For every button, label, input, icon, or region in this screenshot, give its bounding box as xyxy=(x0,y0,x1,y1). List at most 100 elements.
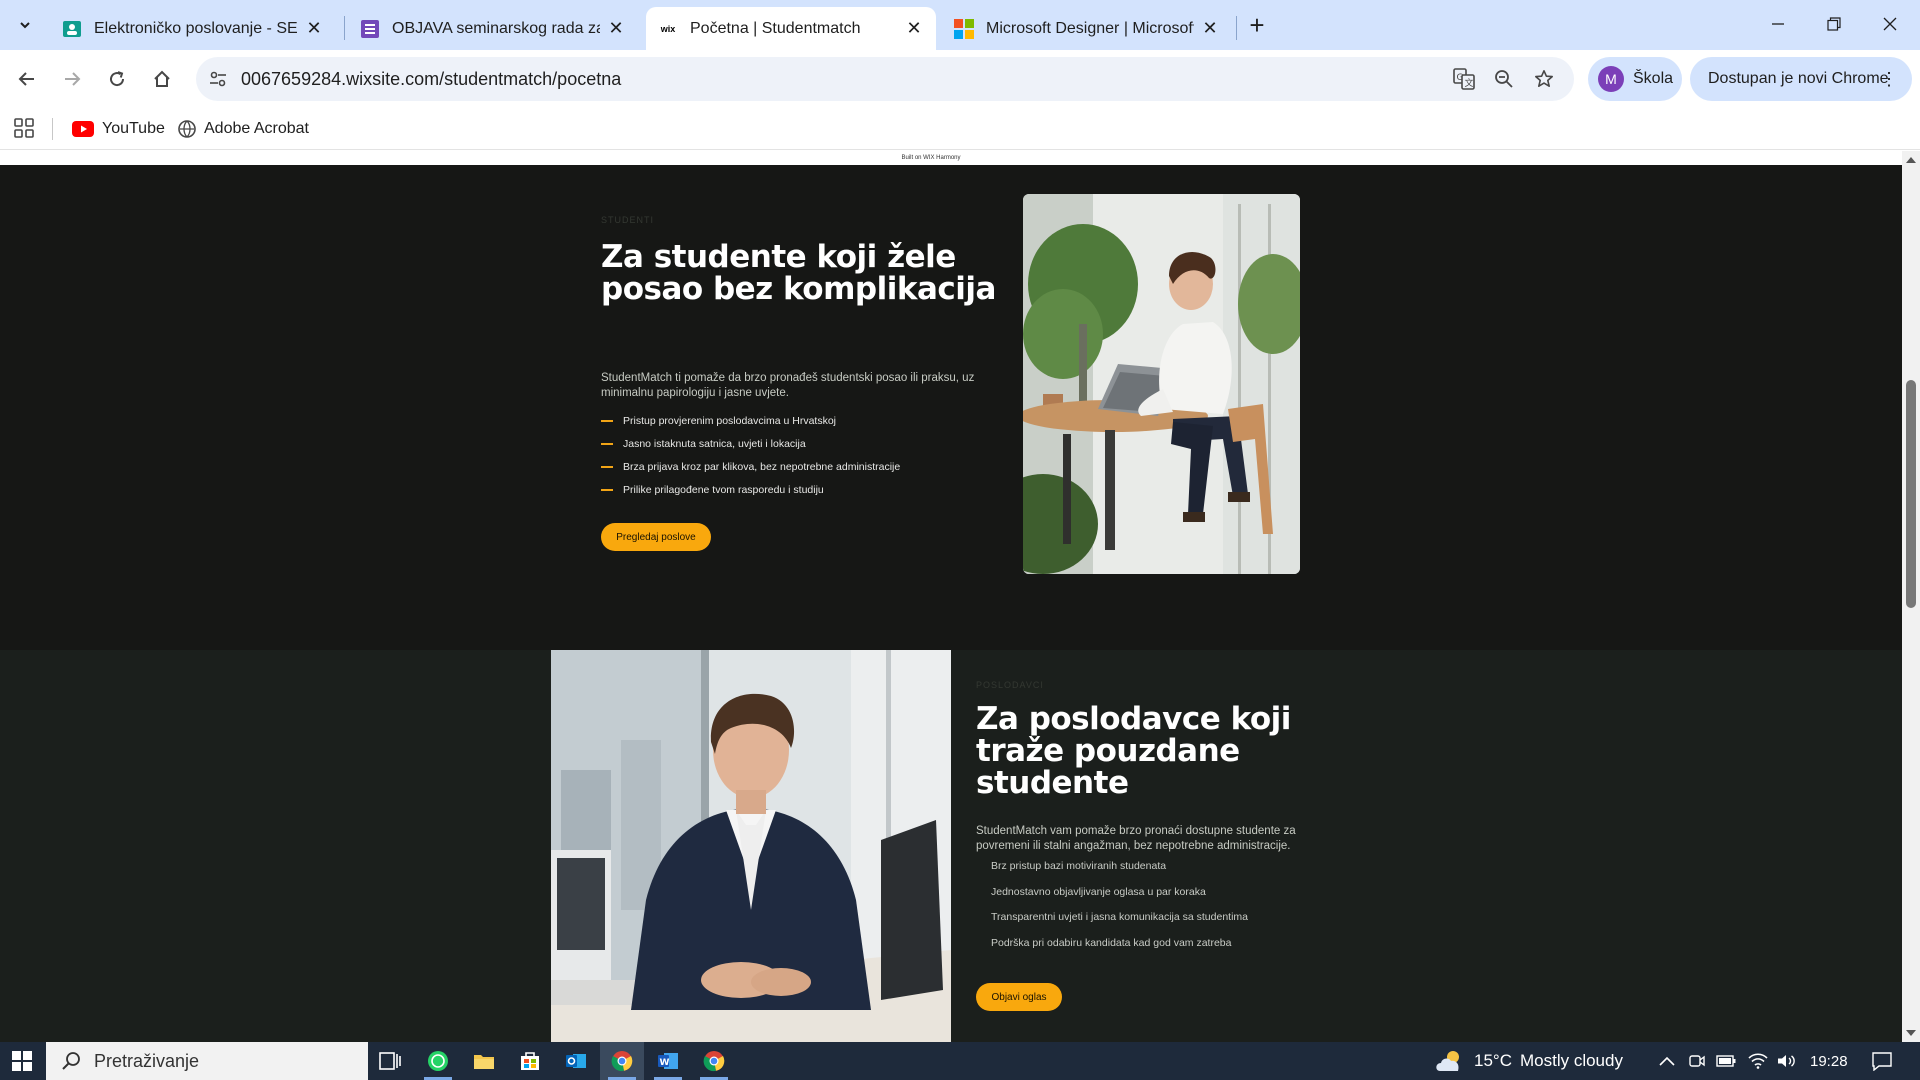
tab-title: Elektroničko poslovanje - SEMIN xyxy=(94,19,298,37)
taskbar-word[interactable]: W xyxy=(646,1042,690,1080)
employers-section: POSLODAVCI Za poslodavce koji traže pouz… xyxy=(0,650,1902,1042)
profile-name: Škola xyxy=(1633,70,1674,87)
classroom-icon xyxy=(62,19,82,39)
feature-text: Jasno istaknuta satnica, uvjeti i lokaci… xyxy=(623,438,806,450)
wifi-icon[interactable] xyxy=(1748,1051,1768,1071)
dash-bullet-icon xyxy=(601,466,613,468)
dash-bullet-icon xyxy=(601,489,613,491)
taskbar-whatsapp[interactable] xyxy=(416,1042,460,1080)
close-icon[interactable]: ✕ xyxy=(606,18,626,39)
feature-item: Jasno istaknuta satnica, uvjeti i lokaci… xyxy=(601,438,806,450)
chevron-up-icon[interactable] xyxy=(1657,1051,1677,1071)
tab-separator xyxy=(1236,16,1237,40)
more-vert-icon[interactable]: ⋮ xyxy=(1880,69,1898,90)
chrome-update-button[interactable]: Dostupan je novi Chrome ⋮ xyxy=(1690,57,1912,101)
task-view-button[interactable] xyxy=(368,1042,412,1080)
feature-item: Brza prijava kroz par klikova, bez nepot… xyxy=(601,461,900,473)
apps-grid-icon[interactable] xyxy=(14,118,34,138)
heading-line: traže pouzdane xyxy=(976,733,1240,769)
word-icon: W xyxy=(658,1053,678,1069)
taskbar-store[interactable] xyxy=(508,1042,552,1080)
feature-item: Jednostavno objavljivanje oglasa u par k… xyxy=(991,886,1206,898)
lead-line: povremeni ili stalni angažman, bez nepot… xyxy=(976,840,1291,852)
tab-designer[interactable]: Microsoft Designer | Microsoft 3 ✕ xyxy=(942,7,1232,50)
tab-studentmatch[interactable]: wix Početna | Studentmatch ✕ xyxy=(646,7,936,50)
browse-jobs-button[interactable]: Pregledaj poslove xyxy=(601,523,711,551)
meet-now-icon[interactable] xyxy=(1687,1051,1707,1071)
feature-item: Podrška pri odabiru kandidata kad god va… xyxy=(991,937,1232,949)
minimize-button[interactable] xyxy=(1750,0,1806,48)
wix-banner[interactable]: Built on WIX Harmony xyxy=(0,151,1902,165)
feature-text: Brza prijava kroz par klikova, bez nepot… xyxy=(623,461,901,473)
arrow-left-icon xyxy=(18,72,34,86)
heading-line: Za poslodavce koji xyxy=(976,701,1291,737)
heading-line: studente xyxy=(976,765,1129,801)
restore-button[interactable] xyxy=(1806,0,1862,48)
tab-elektronicko[interactable]: Elektroničko poslovanje - SEMIN ✕ xyxy=(50,7,336,50)
search-placeholder: Pretraživanje xyxy=(94,1050,200,1071)
scrollbar-thumb[interactable] xyxy=(1906,380,1916,608)
svg-text:W: W xyxy=(660,1058,670,1068)
taskbar-chrome[interactable] xyxy=(600,1042,644,1080)
taskbar-outlook[interactable] xyxy=(554,1042,598,1080)
chevron-down-icon xyxy=(20,22,30,29)
feature-text: Prilike prilagođene tvom rasporedu i stu… xyxy=(623,484,824,496)
bookmark-youtube[interactable]: YouTube xyxy=(72,116,165,142)
notifications-icon[interactable] xyxy=(1870,1051,1894,1071)
bookmark-label: Adobe Acrobat xyxy=(204,120,309,137)
employers-heading: Za poslodavce koji traže pouzdane studen… xyxy=(976,703,1291,799)
back-button[interactable] xyxy=(10,62,44,96)
home-icon xyxy=(154,70,170,87)
weather-widget[interactable]: 15°C Mostly cloudy xyxy=(1434,1042,1623,1080)
reload-icon xyxy=(110,71,125,87)
bookmark-divider xyxy=(52,118,53,140)
close-icon[interactable]: ✕ xyxy=(904,18,924,39)
tab-objava[interactable]: OBJAVA seminarskog rada za ko ✕ xyxy=(348,7,638,50)
search-icon xyxy=(62,1051,82,1071)
taskbar-chrome-2[interactable] xyxy=(692,1042,736,1080)
tab-title: OBJAVA seminarskog rada za ko xyxy=(392,19,600,37)
battery-icon[interactable] xyxy=(1716,1051,1736,1071)
scroll-up-icon[interactable] xyxy=(1906,155,1916,165)
close-icon[interactable]: ✕ xyxy=(1200,18,1220,39)
taskbar-file-explorer[interactable] xyxy=(462,1042,506,1080)
whatsapp-icon xyxy=(428,1051,448,1071)
scroll-down-icon[interactable] xyxy=(1906,1028,1916,1038)
forward-button[interactable] xyxy=(55,62,89,96)
taskbar-search[interactable]: Pretraživanje xyxy=(46,1042,368,1080)
home-button[interactable] xyxy=(145,62,179,96)
lead-line: StudentMatch vam pomaže brzo pronaći dos… xyxy=(976,825,1296,837)
address-bar[interactable]: 0067659284.wixsite.com/studentmatch/poce… xyxy=(196,57,1574,101)
acrobat-icon xyxy=(178,120,196,138)
tab-strip: Elektroničko poslovanje - SEMIN ✕ OBJAVA… xyxy=(0,0,1920,50)
profile-button[interactable]: M Škola xyxy=(1588,57,1682,101)
reload-button[interactable] xyxy=(100,62,134,96)
employer-photo xyxy=(551,650,951,1042)
heading-line: Za studente koji žele xyxy=(601,239,956,275)
clock[interactable]: 19:28 xyxy=(1810,1042,1848,1080)
start-button[interactable] xyxy=(0,1042,44,1080)
tab-search-button[interactable] xyxy=(8,8,42,42)
volume-icon[interactable] xyxy=(1776,1051,1796,1071)
students-lead: StudentMatch ti pomaže da brzo pronađeš … xyxy=(601,371,974,401)
new-tab-button[interactable]: + xyxy=(1242,10,1272,40)
zoom-icon[interactable] xyxy=(1492,67,1516,91)
wix-banner-text: Built on WIX Harmony xyxy=(901,155,961,161)
close-window-button[interactable] xyxy=(1862,0,1918,48)
post-ad-button[interactable]: Objavi oglas xyxy=(976,983,1062,1011)
section-eyebrow: POSLODAVCI xyxy=(976,680,1044,690)
youtube-icon xyxy=(72,121,94,137)
students-section: STUDENTI Za studente koji žele posao bez… xyxy=(0,165,1902,650)
bookmark-label: YouTube xyxy=(102,120,165,137)
feature-item: Pristup provjerenim poslodavcima u Hrvat… xyxy=(601,415,836,427)
page-scrollbar[interactable] xyxy=(1902,151,1920,1042)
site-info-icon[interactable] xyxy=(206,67,230,91)
close-icon[interactable]: ✕ xyxy=(304,18,324,39)
tab-title: Microsoft Designer | Microsoft 3 xyxy=(986,19,1194,37)
bookmark-star-icon[interactable] xyxy=(1532,67,1556,91)
bookmarks-bar: YouTube Adobe Acrobat xyxy=(0,108,1920,150)
translate-icon[interactable]: G文 xyxy=(1452,67,1476,91)
bookmark-adobe-acrobat[interactable]: Adobe Acrobat xyxy=(178,116,309,142)
windows-icon xyxy=(12,1051,32,1071)
outlook-icon xyxy=(566,1054,586,1068)
